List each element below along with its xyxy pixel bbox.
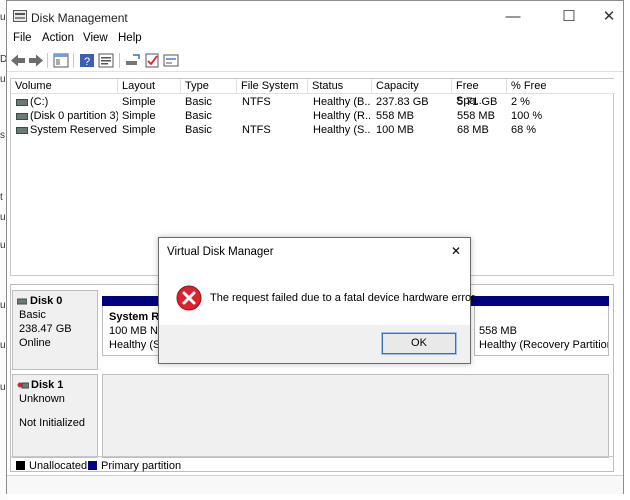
column-header-layout[interactable]: Layout (118, 79, 181, 94)
menu-action[interactable]: Action (42, 32, 74, 44)
cell-type: Basic (185, 110, 212, 122)
error-icon (176, 285, 202, 311)
cell-volume: (C:) (30, 96, 49, 108)
cell-percent-free: 100 % (511, 110, 543, 122)
volume-icon (16, 99, 28, 106)
table-row[interactable]: (C:) Simple Basic NTFS Healthy (B... 237… (11, 95, 615, 109)
ok-button[interactable]: OK (381, 332, 457, 355)
back-arrow-icon[interactable] (10, 53, 26, 68)
legend-label-unallocated: Unallocated (29, 460, 88, 472)
partition-name: System Rese (109, 311, 163, 323)
toolbar-separator (119, 53, 120, 68)
disk-1-area (102, 374, 609, 458)
forward-arrow-icon[interactable] (28, 53, 44, 68)
column-header-file-system[interactable]: File System (237, 79, 308, 94)
partition-size: 100 MB NTFS (109, 325, 164, 337)
menu-help[interactable]: Help (118, 32, 142, 44)
title-bar[interactable]: Disk Management — ☐ ✕ (7, 1, 623, 32)
cell-free-space: 558 MB (457, 110, 495, 122)
checklist-icon[interactable] (144, 53, 160, 68)
disk-management-app-icon (13, 10, 27, 22)
svg-text:?: ? (84, 56, 90, 68)
disk-1-name: Disk 1 (31, 379, 64, 391)
disk-1-state: Not Initialized (19, 417, 86, 429)
cell-status: Healthy (R... (313, 110, 371, 122)
cell-capacity: 100 MB (376, 124, 414, 136)
cell-status: Healthy (B... (313, 96, 371, 108)
cell-file-system (242, 109, 308, 123)
disk-icon (17, 298, 27, 305)
minimize-button[interactable]: — (491, 3, 535, 31)
cell-file-system: NTFS (242, 96, 271, 108)
legend-swatch-unallocated (16, 461, 25, 470)
menu-view[interactable]: View (83, 32, 108, 44)
disk-1-header[interactable]: Disk 1 Unknown Not Initialized (12, 374, 98, 458)
cell-layout: Simple (122, 124, 156, 136)
partition-system-reserved[interactable]: System Rese 100 MB NTFS Healthy (Syst (102, 306, 164, 356)
cell-type: Basic (185, 96, 212, 108)
dialog-message: The request failed due to a fatal device… (210, 292, 478, 304)
window-title: Disk Management (31, 11, 128, 25)
toolbar-separator (47, 53, 48, 68)
volume-icon (16, 127, 28, 134)
column-header-type[interactable]: Type (181, 79, 237, 94)
cell-volume: System Reserved (30, 124, 117, 136)
cell-percent-free: 68 % (511, 124, 537, 136)
legend-swatch-primary (88, 461, 97, 470)
menu-bar: File Action View Help (7, 32, 623, 49)
maximize-button[interactable]: ☐ (547, 3, 591, 31)
cell-type: Basic (185, 124, 212, 136)
table-row[interactable]: (Disk 0 partition 3) Simple Basic Health… (11, 109, 615, 123)
cell-free-space: 5.71 GB (457, 96, 498, 108)
disk-1-type: Unknown (19, 393, 65, 405)
disk-0-header[interactable]: Disk 0 Basic 238.47 GB Online (12, 290, 98, 370)
partition-recovery[interactable]: 558 MB Healthy (Recovery Partition) (474, 306, 609, 356)
error-dialog: Virtual Disk Manager ✕ The request faile… (158, 237, 477, 364)
cell-file-system: NTFS (242, 124, 271, 136)
disk-0-type: Basic (19, 309, 46, 321)
partition-size: 558 MB (479, 325, 517, 337)
cell-status: Healthy (S... (313, 124, 371, 136)
dialog-footer: OK (159, 325, 470, 363)
cell-capacity: 558 MB (376, 110, 414, 122)
console-tree-icon[interactable] (53, 53, 69, 68)
cell-layout: Simple (122, 110, 156, 122)
properties-icon[interactable] (98, 53, 114, 68)
cell-layout: Simple (122, 96, 156, 108)
legend-label-primary: Primary partition (101, 460, 182, 472)
toolbar-separator (73, 53, 74, 68)
dialog-title: Virtual Disk Manager (167, 246, 274, 258)
menu-file[interactable]: File (13, 32, 32, 44)
disk-0-size: 238.47 GB (19, 323, 72, 335)
column-header-capacity[interactable]: Capacity (372, 79, 452, 94)
cell-capacity: 237.83 GB (376, 96, 429, 108)
disk-0-state: Online (19, 337, 51, 349)
volume-icon (16, 113, 28, 120)
disk-uninitialized-icon (17, 382, 29, 389)
dialog-close-button[interactable]: ✕ (447, 242, 465, 260)
status-bar (7, 475, 623, 494)
column-header-percent-free[interactable]: % Free (507, 79, 615, 94)
column-header-volume[interactable]: Volume (11, 79, 118, 94)
partition-status: Healthy (Syst (109, 339, 163, 351)
column-header-status[interactable]: Status (308, 79, 372, 94)
table-row[interactable]: System Reserved Simple Basic NTFS Health… (11, 123, 615, 137)
cell-percent-free: 2 % (511, 96, 530, 108)
partition-status: Healthy (Recovery Partition) (479, 339, 609, 351)
legend: Unallocated Primary partition (10, 456, 614, 475)
toolbar: ? (7, 51, 623, 72)
cell-volume: (Disk 0 partition 3) (30, 110, 118, 122)
settings-dialog-icon[interactable] (163, 53, 179, 68)
cell-free-space: 68 MB (457, 124, 489, 136)
close-button[interactable]: ✕ (587, 3, 630, 31)
disk-0-name: Disk 0 (30, 295, 63, 307)
connect-disk-icon[interactable] (125, 53, 141, 68)
column-header-free-space[interactable]: Free Spa... (452, 79, 507, 107)
help-icon[interactable]: ? (79, 53, 95, 68)
